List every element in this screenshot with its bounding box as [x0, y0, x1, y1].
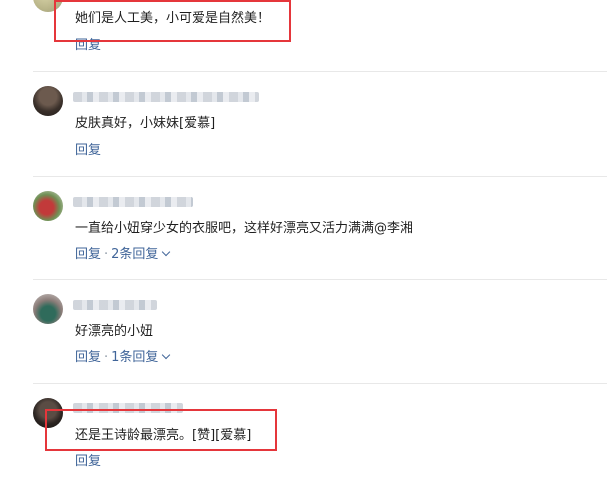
comment-text: 一直给小妞穿少女的衣服吧，这样好漂亮又活力满满@李湘	[75, 221, 414, 236]
replies-count-label: 2条回复	[111, 247, 159, 262]
highlight-box	[54, 0, 291, 42]
username-blurred[interactable]	[73, 197, 193, 207]
comment-actions: 回复	[75, 454, 101, 470]
divider	[33, 71, 607, 72]
chevron-down-icon	[162, 350, 171, 360]
avatar[interactable]	[33, 191, 63, 221]
separator: ·	[104, 247, 109, 262]
divider	[33, 176, 607, 177]
replies-count-label: 1条回复	[111, 350, 159, 365]
avatar[interactable]	[33, 86, 63, 116]
chevron-down-icon	[162, 247, 171, 257]
comment-text: 好漂亮的小妞	[75, 324, 154, 339]
username-blurred[interactable]	[73, 300, 157, 310]
reply-button[interactable]: 回复	[75, 143, 101, 158]
highlight-box	[45, 409, 277, 451]
separator: ·	[104, 350, 109, 365]
comment-actions: 回复	[75, 143, 101, 159]
username-blurred[interactable]	[73, 92, 259, 102]
avatar[interactable]	[33, 294, 63, 324]
replies-count-button[interactable]: 2条回复	[111, 247, 171, 262]
divider	[33, 279, 607, 280]
divider	[33, 383, 607, 384]
reply-button[interactable]: 回复	[75, 454, 101, 469]
comment-actions: 回复 · 1条回复	[75, 350, 171, 366]
reply-button[interactable]: 回复	[75, 350, 101, 365]
comment-actions: 回复 · 2条回复	[75, 247, 171, 263]
reply-button[interactable]: 回复	[75, 247, 101, 262]
comment-text: 皮肤真好，小妹妹[爱慕]	[75, 116, 216, 131]
replies-count-button[interactable]: 1条回复	[111, 350, 171, 365]
